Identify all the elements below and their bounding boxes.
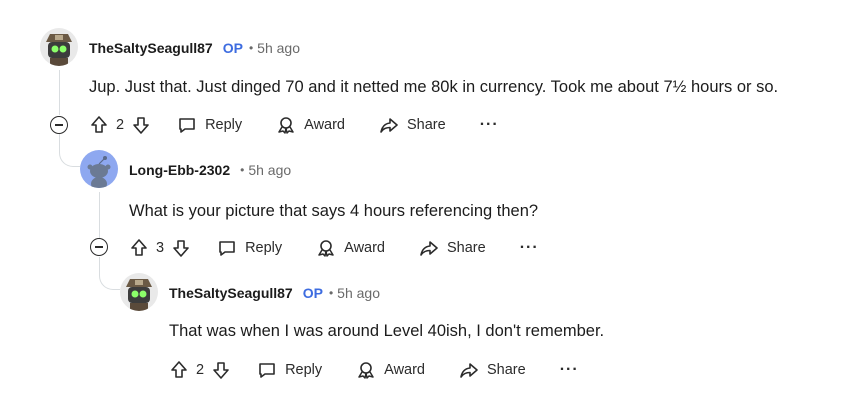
thread-line-child: [99, 192, 100, 238]
upvote-icon[interactable]: [169, 360, 189, 380]
reply-button[interactable]: Reply: [257, 360, 322, 380]
vote-count: 3: [156, 240, 165, 256]
share-button[interactable]: Share: [459, 360, 526, 380]
default-snoo-avatar-icon: [80, 150, 118, 188]
comment-actions: 2 Reply Award Share ···: [169, 358, 579, 382]
share-icon: [419, 238, 439, 258]
timestamp[interactable]: 5h ago: [337, 285, 380, 301]
timestamp[interactable]: 5h ago: [248, 162, 291, 178]
thread-line-child-cont: [99, 257, 100, 275]
more-options-icon[interactable]: ···: [520, 240, 539, 256]
reply-button[interactable]: Reply: [217, 238, 282, 258]
separator-dot: •: [328, 286, 334, 300]
thread-curve-1: [59, 150, 80, 167]
share-button[interactable]: Share: [379, 115, 446, 135]
upvote-icon[interactable]: [89, 115, 109, 135]
comment-meta: TheSaltySeagull87 OP • 5h ago: [169, 283, 380, 303]
award-label: Award: [344, 240, 385, 256]
collapse-button[interactable]: [50, 116, 68, 134]
separator-dot: •: [248, 41, 254, 55]
avatar[interactable]: [120, 273, 158, 311]
share-icon: [379, 115, 399, 135]
comment-actions: 3 Reply Award Share ···: [129, 236, 539, 260]
award-icon: [276, 115, 296, 135]
thread-line-root: [59, 70, 60, 115]
award-label: Award: [304, 117, 345, 133]
award-icon: [356, 360, 376, 380]
share-label: Share: [447, 240, 486, 256]
username[interactable]: TheSaltySeagull87: [169, 285, 293, 301]
comment-meta: TheSaltySeagull87 OP • 5h ago: [89, 38, 300, 58]
reply-button[interactable]: Reply: [177, 115, 242, 135]
comment-body: That was when I was around Level 40ish, …: [169, 322, 605, 340]
collapse-button[interactable]: [90, 238, 108, 256]
comment-body: Jup. Just that. Just dinged 70 and it ne…: [89, 78, 779, 96]
award-label: Award: [384, 362, 425, 378]
share-label: Share: [487, 362, 526, 378]
downvote-icon[interactable]: [131, 115, 151, 135]
separator-dot: •: [240, 163, 245, 177]
vote-count: 2: [196, 362, 205, 378]
reply-icon: [257, 360, 277, 380]
reply-label: Reply: [205, 117, 243, 133]
reply-icon: [217, 238, 237, 258]
avatar[interactable]: [40, 28, 78, 66]
reply-label: Reply: [245, 240, 283, 256]
avatar[interactable]: [80, 150, 118, 188]
award-icon: [316, 238, 336, 258]
username[interactable]: Long-Ebb-2302: [129, 162, 230, 178]
thread-curve-2: [99, 273, 120, 290]
thread-line-root-cont: [59, 134, 60, 152]
reply-label: Reply: [285, 362, 323, 378]
vote-count: 2: [116, 117, 125, 133]
comment-meta: Long-Ebb-2302 • 5h ago: [129, 160, 291, 180]
pirate-robot-avatar-icon: [40, 28, 78, 66]
share-label: Share: [407, 117, 446, 133]
timestamp[interactable]: 5h ago: [257, 40, 300, 56]
downvote-icon[interactable]: [171, 238, 191, 258]
award-button[interactable]: Award: [316, 238, 385, 258]
downvote-icon[interactable]: [211, 360, 231, 380]
comment-body: What is your picture that says 4 hours r…: [129, 202, 539, 220]
award-button[interactable]: Award: [276, 115, 345, 135]
share-icon: [459, 360, 479, 380]
upvote-icon[interactable]: [129, 238, 149, 258]
pirate-robot-avatar-icon: [120, 273, 158, 311]
more-options-icon[interactable]: ···: [480, 117, 499, 133]
op-badge: OP: [302, 285, 323, 301]
op-badge: OP: [222, 40, 243, 56]
award-button[interactable]: Award: [356, 360, 425, 380]
share-button[interactable]: Share: [419, 238, 486, 258]
username[interactable]: TheSaltySeagull87: [89, 40, 213, 56]
reply-icon: [177, 115, 197, 135]
more-options-icon[interactable]: ···: [560, 362, 579, 378]
comment-actions: 2 Reply Award Share ···: [89, 113, 499, 137]
